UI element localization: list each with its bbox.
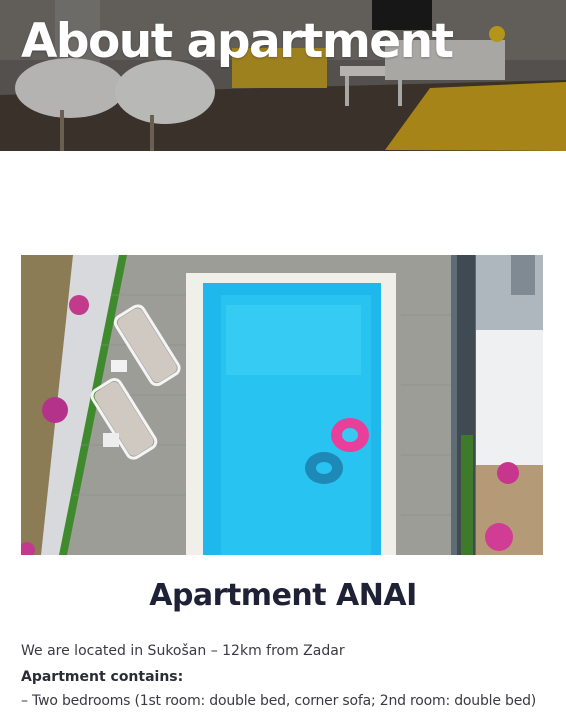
location-text: We are located in Sukošan – 12km from Za… [21,643,345,659]
bedrooms-text: – Two bedrooms (1st room: double bed, co… [21,693,537,709]
pool-photo [21,255,543,555]
contains-label: Apartment contains: [21,669,184,685]
hero-banner: About apartment [0,0,566,151]
page-title: About apartment [21,14,454,69]
apartment-title: Apartment ANAI [149,578,417,613]
